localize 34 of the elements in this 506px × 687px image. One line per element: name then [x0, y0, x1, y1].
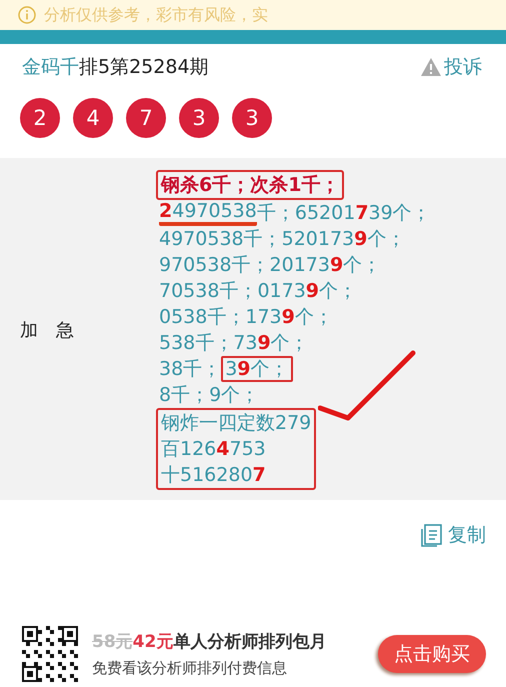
- prediction-text: 70538千；01739个；: [159, 279, 358, 304]
- prediction-text: 钢杀6千；次杀1千；: [161, 173, 340, 198]
- prediction-text: 千；65201739个；: [256, 201, 431, 226]
- prediction-text: 百1264753: [161, 437, 266, 462]
- price: 42元: [132, 631, 174, 653]
- prediction-text: 538千；739个；: [159, 331, 309, 356]
- document-icon: [420, 523, 444, 547]
- old-price: 58元: [92, 631, 133, 653]
- promo-title: 单人分析师排列包月: [173, 631, 326, 653]
- prediction-text: 0538千；1739个；: [159, 305, 333, 330]
- promo-subtitle: 免费看该分析师排列付费信息: [92, 659, 288, 678]
- buy-button[interactable]: 点击购买: [378, 635, 486, 673]
- number-ball: 3: [232, 98, 272, 138]
- expert-name[interactable]: 金码千: [22, 56, 79, 78]
- notice-text: 分析仅供参考，彩市有风险，实: [44, 4, 268, 26]
- prediction-text: 970538千；201739个；: [159, 253, 382, 278]
- copy-button[interactable]: 复制: [420, 522, 486, 548]
- prediction-text: 4970538千；5201739个；: [159, 227, 406, 252]
- category-label: 加 急: [19, 319, 75, 342]
- prediction-text: 十5162807: [161, 463, 266, 488]
- prediction-text: 8千；9个；: [159, 383, 260, 408]
- prediction-text: 38千；: [159, 357, 222, 382]
- number-ball: 7: [126, 98, 166, 138]
- issue-title: 排5第25284期: [79, 56, 209, 78]
- report-link[interactable]: 投诉: [420, 54, 482, 80]
- warning-icon: [420, 57, 442, 77]
- number-ball: 2: [20, 98, 60, 138]
- number-ball: 3: [179, 98, 219, 138]
- prediction-text: 钢炸一四定数279: [161, 411, 312, 436]
- number-ball: 4: [73, 98, 113, 138]
- info-icon: [18, 6, 36, 24]
- prediction-text: 24970538: [159, 200, 257, 226]
- prediction-text: 39个；: [221, 356, 293, 382]
- qr-code-icon: [22, 626, 78, 682]
